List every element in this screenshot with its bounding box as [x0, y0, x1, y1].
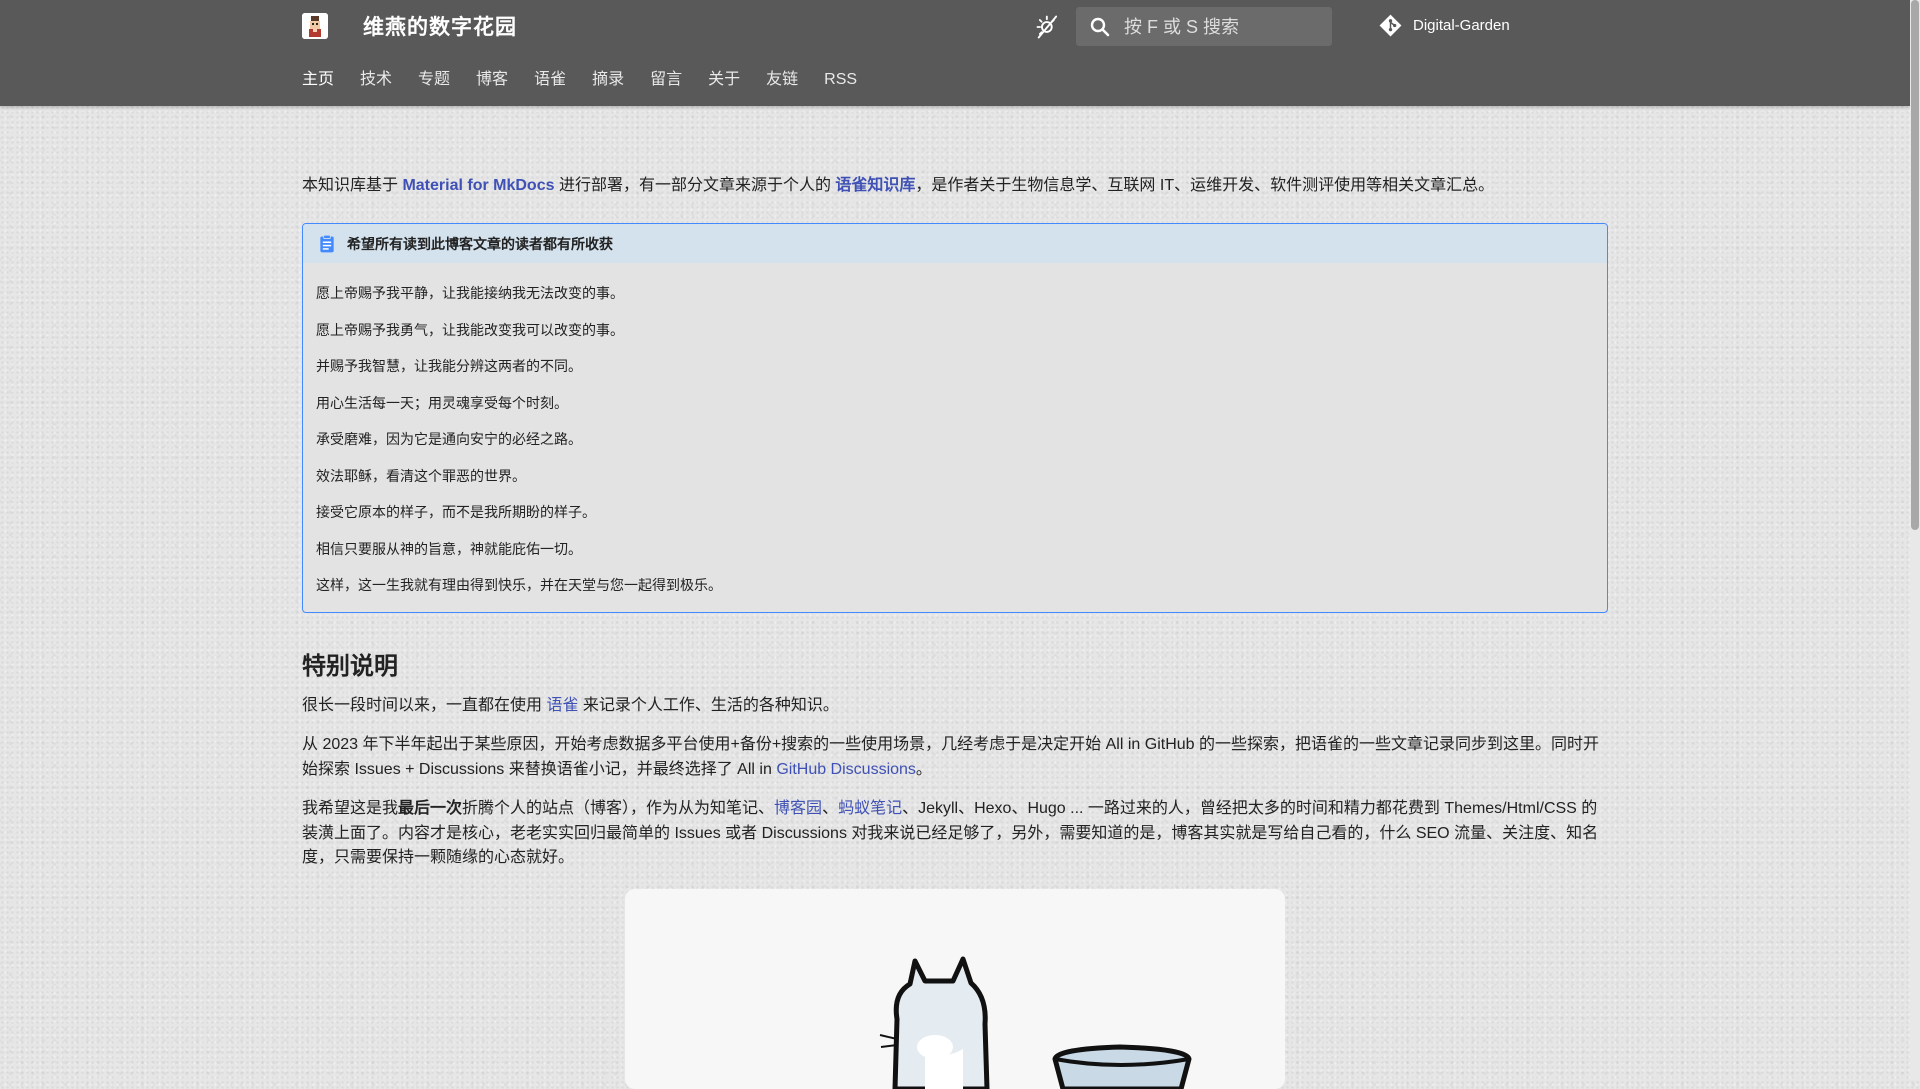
prayer-line: 效法耶稣，看清这个罪恶的世界。 [316, 467, 526, 484]
search-input[interactable] [1122, 7, 1326, 48]
emphasis-text: 最后一次 [398, 800, 463, 817]
scrollbar-thumb[interactable] [1911, 0, 1919, 530]
mkdocs-link[interactable]: Material for MkDocs [402, 177, 554, 194]
intro-text: 本知识库基于 [302, 177, 403, 194]
repo-link[interactable]: Digital-Garden [1378, 13, 1510, 38]
nav-tab-tech[interactable]: 技术 [360, 70, 392, 90]
prayer-line: 承受磨难，因为它是通向安宁的必经之路。 [316, 431, 582, 447]
para-text: 。 [915, 760, 932, 778]
admonition-body: 愿上帝赐予我平静，让我能接纳我无法改变的事。 愿上帝赐予我勇气，让我能改变我可以… [303, 263, 1607, 612]
github-discussions-link[interactable]: GitHub Discussions [776, 761, 916, 778]
prayer-line: 用心生活每一天；用灵魂享受每个时刻。 [316, 394, 568, 411]
nav-tab-yuque[interactable]: 语雀 [534, 70, 566, 90]
search-box[interactable] [1076, 7, 1332, 48]
nav-tab-blog[interactable]: 博客 [476, 70, 508, 90]
paragraph-yuque: 很长一段时间以来，一直都在使用 语雀 来记录个人工作、生活的各种知识。 [302, 694, 1608, 719]
admonition-title-text: 希望所有读到此博客文章的读者都有所收获 [347, 235, 613, 252]
nav-tab-home[interactable]: 主页 [302, 70, 334, 90]
prayer-line: 愿上帝赐予我勇气，让我能改变我可以改变的事。 [316, 321, 624, 338]
illustration-image [625, 889, 1285, 1089]
clipboard-icon [320, 234, 334, 252]
git-icon [1379, 14, 1402, 37]
cat-illustration [879, 956, 1192, 1089]
avatar-logo-icon [302, 13, 328, 39]
para-text: 很长一段时间以来，一直都在使用 [302, 696, 547, 714]
nav-tab-topics[interactable]: 专题 [418, 70, 450, 90]
intro-paragraph: 本知识库基于 Material for MkDocs 进行部署，有一部分文章来源… [302, 174, 1608, 198]
intro-text: 进行部署，有一部分文章来源于个人的 [554, 177, 836, 194]
prayer-line: 这样，这一生我就有理由得到快乐，并在天堂与您一起得到极乐。 [316, 577, 722, 593]
yuque-kb-link[interactable]: 语雀知识库 [835, 177, 915, 194]
admonition-title: 希望所有读到此博客文章的读者都有所收获 [303, 224, 1607, 263]
site-logo[interactable] [302, 13, 328, 39]
yuque-link[interactable]: 语雀 [546, 697, 578, 714]
para-text: 、 [822, 800, 839, 817]
para-text: 折腾个人的站点（博客），作为从为知笔记、 [462, 800, 775, 817]
prayer-line: 接受它原本的样子，而不是我所期盼的样子。 [316, 504, 596, 520]
nav-tab-comments[interactable]: 留言 [650, 70, 682, 90]
prayer-line: 并赐予我智慧，让我能分辨这两者的不同。 [316, 358, 582, 374]
nav-tab-excerpts[interactable]: 摘录 [592, 70, 624, 90]
nav-tab-friends[interactable]: 友链 [766, 70, 798, 90]
para-text: 来记录个人工作、生活的各种知识。 [578, 696, 839, 714]
prayer-line: 愿上帝赐予我平静，让我能接纳我无法改变的事。 [316, 285, 624, 301]
para-text: 我希望这是我 [302, 800, 399, 817]
top-header: 维燕的数字花园 Digi [0, 0, 1910, 106]
cnblogs-link[interactable]: 博客园 [774, 800, 822, 817]
repo-name: Digital-Garden [1413, 17, 1510, 34]
note-admonition: 希望所有读到此博客文章的读者都有所收获 愿上帝赐予我平静，让我能接纳我无法改变的… [302, 223, 1608, 613]
search-icon [1090, 17, 1110, 37]
site-title[interactable]: 维燕的数字花园 [363, 11, 517, 41]
main-nav-tabs: 主页 技术 专题 博客 语雀 摘录 留言 关于 友链 RSS [302, 70, 883, 90]
leanote-link[interactable]: 蚂蚁笔记 [838, 800, 902, 817]
paragraph-github: 从 2023 年下半年起出于某些原因，开始考虑数据多平台使用+备份+搜索的一些使… [302, 733, 1608, 782]
prayer-line: 相信只要服从神的旨意，神就能庇佑一切。 [316, 540, 582, 557]
nav-tab-rss[interactable]: RSS [824, 70, 857, 90]
nav-tab-about[interactable]: 关于 [708, 70, 740, 90]
intro-text: ，是作者关于生物信息学、互联网 IT、运维开发、软件测评使用等相关文章汇总。 [915, 177, 1495, 194]
brightness-auto-icon [1036, 15, 1058, 39]
theme-toggle-button[interactable] [1034, 13, 1062, 41]
section-heading: 特别说明 [302, 652, 398, 680]
paragraph-last-time: 我希望这是我最后一次折腾个人的站点（博客），作为从为知笔记、博客园、蚂蚁笔记、J… [302, 797, 1608, 871]
para-text: 从 2023 年下半年起出于某些原因，开始考虑数据多平台使用+备份+搜索的一些使… [302, 736, 1599, 778]
main-content: 本知识库基于 Material for MkDocs 进行部署，有一部分文章来源… [302, 170, 1608, 886]
